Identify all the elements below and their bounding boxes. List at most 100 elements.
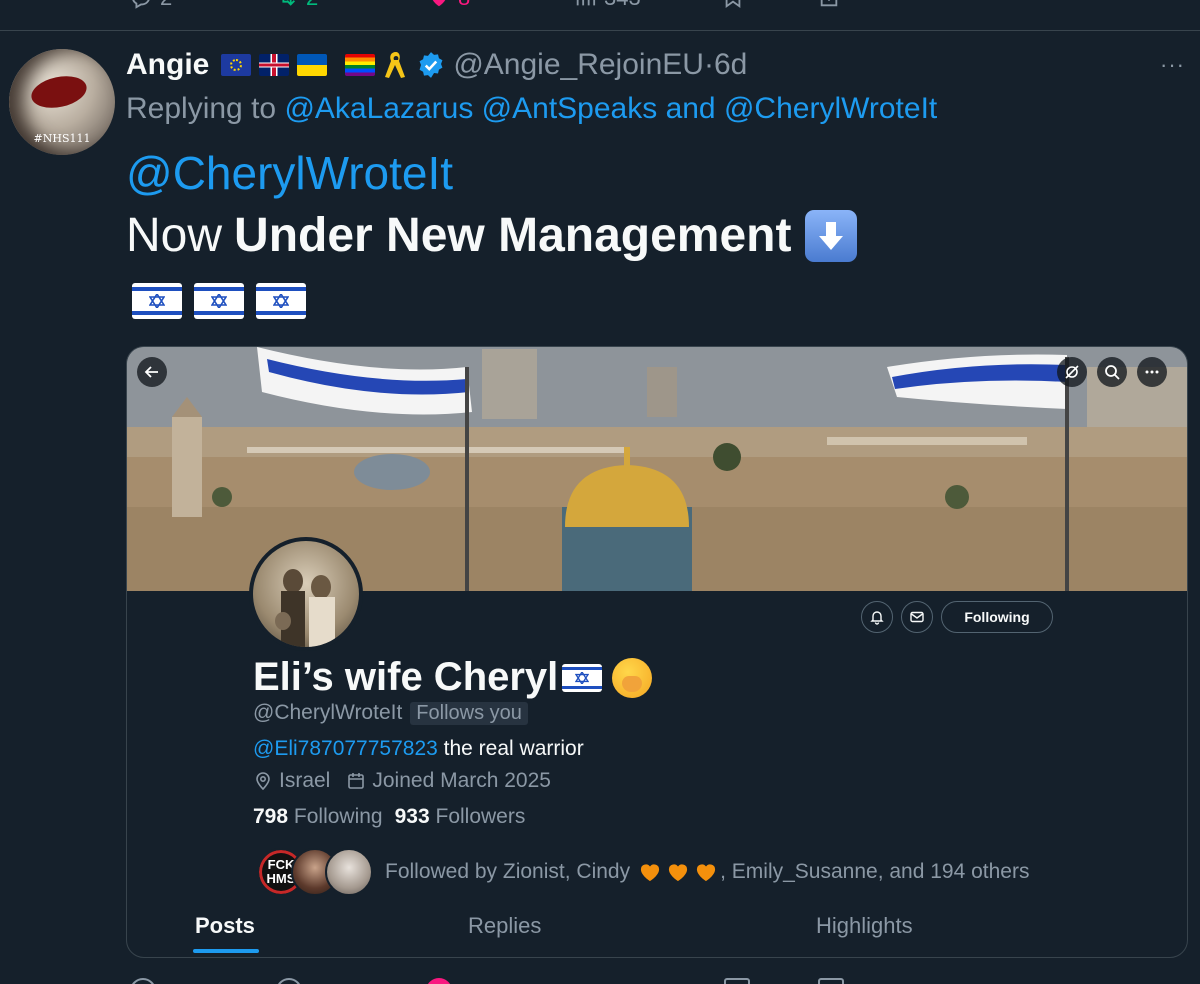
views-action[interactable]: 343 — [574, 0, 641, 10]
hand-over-mouth-emoji-icon — [612, 657, 653, 698]
bookmark-action[interactable] — [722, 0, 744, 10]
profile-avatar[interactable] — [249, 537, 363, 651]
profile-bio: @Eli787077757823 the real warrior — [253, 737, 584, 761]
followed-by-row[interactable]: FCK HMS Followed by Zionist, Cindy , Emi… — [257, 847, 1029, 897]
views-icon — [576, 0, 596, 6]
retweet-action[interactable]: 2 — [276, 0, 318, 10]
profile-screenshot-card[interactable]: Following Eli’s wife Cheryl @CherylWrote… — [126, 346, 1188, 958]
followers-label: Followers — [435, 805, 526, 828]
vintage-portrait-image — [275, 569, 335, 647]
post-time[interactable]: 6d — [714, 48, 747, 82]
bio-mention-link[interactable]: @Eli787077757823 — [253, 737, 438, 760]
israel-flag-icon — [256, 283, 306, 319]
share-icon[interactable] — [818, 978, 844, 984]
profile-location: Israel — [279, 769, 331, 792]
active-tab-indicator — [193, 949, 259, 953]
bookmark-icon[interactable] — [724, 978, 750, 984]
author-handle[interactable]: @Angie_RejoinEU — [453, 48, 704, 82]
tab-posts[interactable]: Posts — [195, 913, 255, 939]
verified-badge-icon — [419, 52, 443, 78]
orange-heart-icon — [641, 864, 660, 882]
retweet-icon[interactable] — [276, 978, 302, 984]
following-count: 798 — [253, 805, 289, 828]
tweet-flags — [132, 283, 306, 319]
reply-count: 2 — [160, 0, 172, 11]
grok-icon — [1065, 365, 1079, 379]
israel-flag-icon — [132, 283, 182, 319]
bio-text: the real warrior — [437, 737, 584, 760]
reply-mention-cherylwroteit[interactable]: @CherylWroteIt — [724, 92, 937, 125]
profile-tabs: Posts Replies Highlights — [127, 907, 1187, 957]
heart-icon — [432, 0, 446, 7]
orange-heart-icon — [697, 864, 716, 882]
back-arrow-icon — [144, 366, 158, 378]
share-action[interactable] — [818, 0, 840, 10]
yellow-ribbon-icon — [385, 52, 406, 78]
search-button[interactable] — [1097, 357, 1127, 387]
tab-highlights[interactable]: Highlights — [816, 913, 913, 939]
message-button[interactable] — [901, 601, 933, 633]
profile-stats: 798 Following 933 Followers — [253, 805, 525, 829]
profile-display-name: Eli’s wife Cheryl — [253, 655, 653, 700]
more-options-icon[interactable]: ··· — [1160, 52, 1185, 78]
profile-joined: Joined March 2025 — [372, 769, 551, 792]
more-button[interactable] — [1137, 357, 1167, 387]
following-stat[interactable]: 798 Following — [253, 805, 383, 829]
more-dots-icon — [1145, 370, 1159, 374]
reply-mention-antspeaks[interactable]: @AntSpeaks — [482, 92, 658, 125]
share-icon — [820, 0, 838, 7]
uk-flag-icon — [259, 54, 290, 76]
tweet-actions-bar — [0, 972, 1200, 984]
search-icon — [1105, 365, 1120, 380]
reply-mention-akalazarus[interactable]: @AkaLazarus — [284, 92, 473, 125]
follows-you-badge: Follows you — [410, 701, 528, 725]
replying-join: and — [665, 92, 716, 125]
like-action[interactable]: 8 — [428, 0, 470, 10]
eu-flag-icon — [221, 54, 252, 76]
down-arrow-icon — [805, 209, 858, 262]
orange-hearts — [636, 862, 720, 882]
bell-plus-icon — [870, 611, 884, 625]
rainbow-flag-icon — [345, 54, 376, 76]
author-avatar[interactable]: #NHS111 — [9, 49, 115, 155]
tweet-mention[interactable]: @CherylWroteIt — [126, 146, 453, 200]
previous-tweet-actions: 2 2 8 343 — [0, 0, 1200, 31]
ukraine-flag-icon — [297, 54, 328, 76]
mail-icon — [910, 611, 924, 623]
display-name-text: Eli’s wife Cheryl — [253, 655, 559, 699]
grok-button[interactable] — [1057, 357, 1087, 387]
separator-dot: · — [703, 48, 714, 81]
reply-icon — [132, 0, 150, 9]
replying-to-line: Replying to @AkaLazarus @AntSpeaks and @… — [126, 92, 937, 126]
tweet-header: Angie @Angie_RejoinEU · 6d — [126, 44, 747, 86]
tweet-text-bold: Under New Management — [234, 209, 792, 262]
location-pin-icon — [256, 772, 270, 791]
replying-prefix: Replying to — [126, 92, 277, 125]
calendar-icon — [348, 773, 365, 789]
followed-by-prefix: Followed by Zionist, Cindy — [385, 860, 631, 883]
profile-handle-row: @CherylWroteIt Follows you — [253, 701, 528, 725]
tab-replies[interactable]: Replies — [468, 913, 541, 939]
israel-flag-icon — [194, 283, 244, 319]
views-count: 343 — [604, 0, 641, 11]
back-arrow-button[interactable] — [137, 357, 167, 387]
followers-stat[interactable]: 933 Followers — [395, 805, 526, 829]
profile-handle: @CherylWroteIt — [253, 701, 403, 724]
orange-heart-icon — [669, 864, 688, 882]
following-label: Following — [293, 805, 383, 828]
notification-bell-button[interactable] — [861, 601, 893, 633]
author-name[interactable]: Angie — [126, 48, 209, 82]
avatar-tag-text: #NHS111 — [33, 132, 91, 145]
tweet-text-line: Now Under New Management — [126, 208, 858, 263]
followed-by-suffix: , Emily_Susanne, and 194 others — [720, 860, 1030, 883]
followers-count: 933 — [394, 805, 430, 828]
bookmark-icon — [725, 0, 741, 9]
following-button[interactable]: Following — [941, 601, 1053, 633]
retweet-icon — [282, 0, 295, 6]
reply-action[interactable]: 2 — [130, 0, 172, 10]
like-count: 8 — [458, 0, 470, 11]
heart-icon[interactable] — [426, 978, 452, 984]
reply-icon[interactable] — [130, 978, 156, 984]
israel-flag-icon — [562, 663, 603, 692]
retweet-count: 2 — [306, 0, 318, 11]
